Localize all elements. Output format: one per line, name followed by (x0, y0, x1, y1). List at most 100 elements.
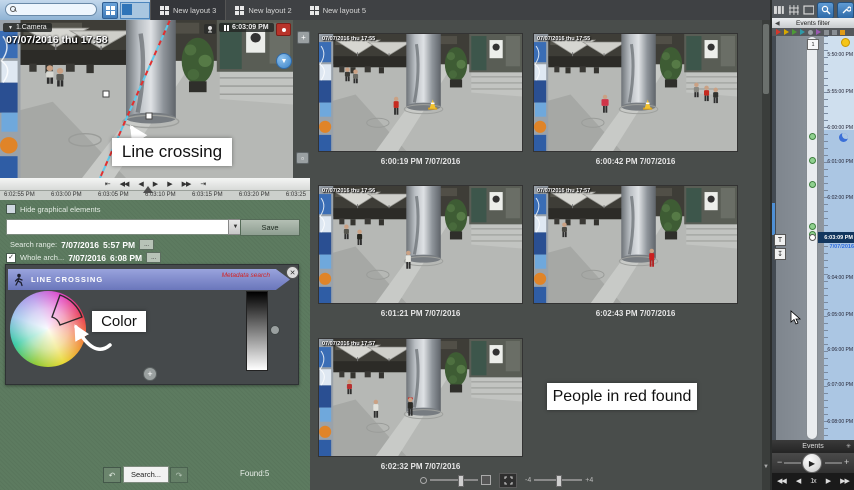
layout-preview[interactable] (120, 2, 150, 19)
prev-event-button[interactable]: ◀◀ (777, 478, 786, 485)
event-marker-dot[interactable] (809, 181, 816, 188)
result-thumbnail[interactable]: 07/07/2016 thu 17:55 (533, 33, 738, 152)
filter-gray-dot-icon[interactable] (808, 30, 813, 35)
result-thumbnail[interactable]: 07/07/2016 thu 17:56 (318, 185, 523, 304)
result-thumbnail[interactable]: 07/07/2016 thu 17:57 (533, 185, 738, 304)
text-tool-button[interactable]: T (774, 234, 786, 246)
filter-red-icon[interactable] (776, 29, 781, 35)
result-timestamp: 6:01:21 PM 7/07/2016 (318, 309, 523, 318)
microphone-icon[interactable] (204, 24, 216, 34)
jump-back-button[interactable]: ◀◀ (120, 181, 129, 188)
tab-new-layout-3[interactable]: New layout 3 (150, 0, 226, 20)
tab-new-layout-5[interactable]: New layout 5 (301, 0, 375, 20)
record-button[interactable] (276, 23, 291, 36)
settings-button[interactable] (837, 2, 854, 19)
camera-title-chip[interactable]: ▼ 1.Camera (3, 23, 52, 32)
results-controls: -4 +4 (420, 472, 680, 488)
panel-collapse-button[interactable]: ▫ (296, 152, 309, 164)
layout-grid-icon (235, 6, 244, 15)
range-end-time[interactable]: 6:08 PM (110, 253, 142, 263)
timeline-time-label: 6:05:00 PM (822, 312, 853, 318)
single-layout-icon[interactable] (803, 4, 815, 16)
filter-yellow-icon[interactable] (784, 29, 789, 35)
prev-event-button[interactable]: ⇤ (105, 181, 110, 188)
range-end-date[interactable]: 7/07/2016 (68, 253, 106, 263)
query-dropdown[interactable] (6, 219, 230, 235)
next-event-button[interactable]: ⇥ (200, 181, 205, 188)
next-event-button[interactable]: ▶▶ (840, 478, 849, 485)
columns-layout-icon[interactable] (773, 4, 785, 16)
result-thumbnail[interactable]: 07/07/2016 thu 17:55 (318, 33, 523, 152)
event-marker-dot[interactable] (809, 133, 816, 140)
filter-orange-icon[interactable] (840, 30, 845, 35)
search-button[interactable]: Search... (123, 466, 169, 483)
timeline-area[interactable]: 1 5:50:00 PM5:55:00 PM6:00:00 PM6:01:00 … (772, 36, 854, 440)
next-frame-button[interactable]: ▶ (167, 181, 171, 188)
pause-icon[interactable] (224, 25, 229, 31)
tick-label: 6:03:25 (286, 192, 306, 200)
layouts-grid-button[interactable] (102, 2, 118, 19)
filter-green-icon[interactable] (792, 29, 797, 35)
speed-minus[interactable]: − (777, 458, 782, 467)
line-handle[interactable] (146, 113, 152, 119)
play-button[interactable]: ▶ (802, 453, 822, 473)
camera-view[interactable]: ▼ 1.Camera 6:03:09 PM ▼ 07/07/2016 thu 1… (0, 20, 293, 178)
scrollbar-down-arrow[interactable]: ▼ (762, 462, 770, 472)
result-thumbnail[interactable]: 07/07/2016 thu 17:57 (318, 338, 523, 457)
gear-icon[interactable]: ✳ (846, 443, 851, 450)
filter-gray-1-icon[interactable] (824, 30, 829, 35)
playback-speed-control: − ▶ + (772, 453, 854, 473)
range-start-date[interactable]: 7/07/2016 (61, 240, 99, 250)
grayscale-handle[interactable] (270, 325, 280, 335)
line-handle[interactable] (103, 91, 109, 97)
redo-button[interactable]: ↷ (170, 467, 188, 483)
line-crossing-panel: LINE CROSSING Metadata search ✕ + Color (5, 264, 299, 385)
timeline-position-handle[interactable] (809, 234, 816, 241)
filter-teal-icon[interactable] (800, 29, 805, 35)
grid-layout-icon[interactable] (788, 4, 800, 16)
tick-label: 6:03:15 PM (192, 192, 223, 200)
prev-frame-button[interactable]: ◀ (796, 478, 800, 485)
chevron-left-icon: ◀ (775, 20, 780, 27)
magnifier-icon (821, 5, 831, 15)
search-mode-button[interactable] (817, 2, 834, 19)
event-marker-dot[interactable] (809, 223, 816, 230)
hide-graphical-checkbox[interactable] (6, 204, 16, 214)
event-marker-dot[interactable] (809, 157, 816, 164)
undo-button[interactable]: ↶ (103, 467, 121, 483)
filter-violet-icon[interactable] (816, 29, 821, 35)
camera-timeline-ticks[interactable]: 6:02:55 PM6:03:00 PM6:03:05 PM6:03:10 PM… (0, 190, 310, 200)
tab-new-layout-2[interactable]: New layout 2 (226, 0, 300, 20)
next-frame-button[interactable]: ▶ (826, 478, 830, 485)
range-start-time[interactable]: 5:57 PM (103, 240, 135, 250)
timeline-position-marker[interactable] (143, 186, 153, 193)
event-filter-row (772, 28, 854, 36)
end-date-picker-button[interactable]: ... (146, 252, 161, 263)
start-date-picker-button[interactable]: ... (139, 239, 154, 250)
jump-forward-button[interactable]: ▶▶ (182, 181, 191, 188)
fit-view-button[interactable] (499, 473, 517, 488)
speed-plus[interactable]: + (844, 458, 849, 467)
export-down-arrow-button[interactable]: ▼ (276, 53, 292, 69)
download-button[interactable]: ↧ (774, 248, 786, 260)
events-filter-header[interactable]: ◀ Events filter (772, 18, 854, 28)
filter-gray-2-icon[interactable] (832, 30, 837, 35)
small-size-icon (420, 477, 427, 484)
scrollbar-thumb[interactable] (763, 24, 769, 94)
playback-clock-chip: 6:03:09 PM (219, 23, 274, 32)
add-panel-button[interactable]: + (297, 31, 310, 44)
columns-slider[interactable]: -4 +4 (525, 477, 593, 484)
save-button[interactable]: Save (240, 219, 300, 236)
thumbnail-size-slider[interactable] (420, 475, 491, 485)
grayscale-bar[interactable] (246, 291, 268, 371)
layout-grid-icon (310, 6, 319, 15)
play-button[interactable]: ▶ (153, 181, 157, 188)
events-bar[interactable]: Events ✳ (772, 440, 854, 453)
add-condition-button[interactable]: + (143, 367, 157, 381)
search-input[interactable] (5, 3, 97, 16)
whole-archive-checkbox[interactable]: ✓ (6, 253, 16, 263)
search-input-field[interactable] (20, 5, 94, 14)
close-icon[interactable]: ✕ (286, 266, 299, 279)
thumbnail-osd: 07/07/2016 thu 17:55 (322, 36, 375, 42)
result-timestamp: 6:00:19 PM 7/07/2016 (318, 157, 523, 166)
